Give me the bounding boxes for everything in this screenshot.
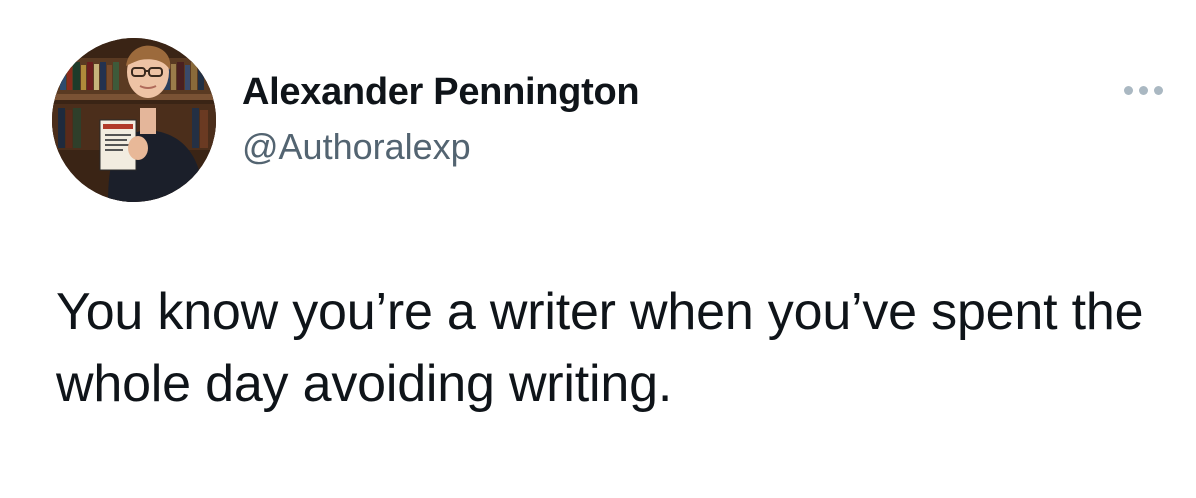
author-info: Alexander Pennington @Authoralexp xyxy=(242,70,640,168)
author-avatar[interactable] xyxy=(52,38,216,202)
tweet-card: Alexander Pennington @Authoralexp You kn… xyxy=(0,0,1196,498)
more-options-button[interactable] xyxy=(1116,76,1170,104)
author-handle[interactable]: @Authoralexp xyxy=(242,126,639,168)
more-options-icon xyxy=(1123,85,1163,95)
tweet-text: You know you’re a writer when you’ve spe… xyxy=(56,283,1144,413)
author-display-name[interactable]: Alexander Pennington xyxy=(242,70,640,114)
profile-photo-icon xyxy=(52,38,216,202)
